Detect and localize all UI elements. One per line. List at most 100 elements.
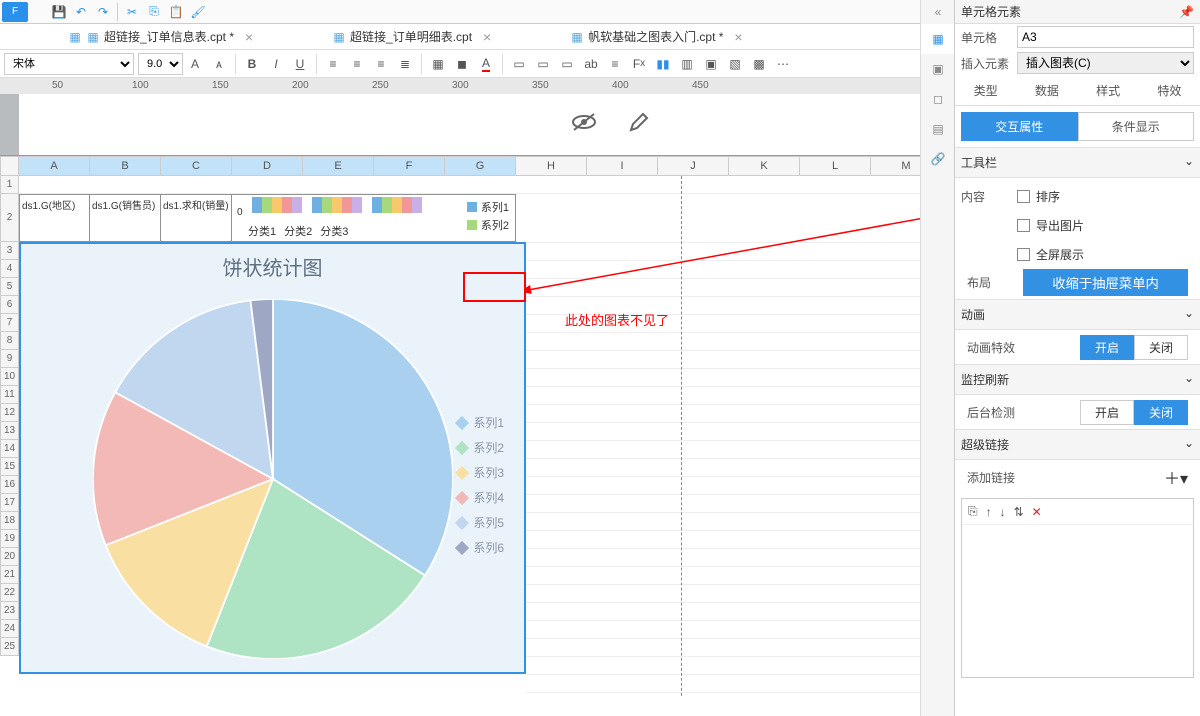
dock-link-icon[interactable]: 🔗 bbox=[921, 144, 955, 174]
col-header[interactable]: K bbox=[729, 156, 800, 176]
app-logo[interactable]: F bbox=[2, 2, 28, 22]
file-tab-2[interactable]: ▦ 超链接_订单明细表.cpt × bbox=[324, 25, 502, 48]
checkbox-sort[interactable] bbox=[1017, 190, 1030, 203]
row-header[interactable]: 2 bbox=[0, 194, 19, 242]
chart-thumbnail-cell[interactable]: 0 分类1 分类2 分类3 系列1 系列2 bbox=[232, 194, 516, 242]
move-down-icon[interactable]: ↓ bbox=[1000, 505, 1006, 519]
more-icon[interactable]: ⋯ bbox=[771, 52, 795, 76]
add-link-button[interactable]: ＋▾ bbox=[1164, 465, 1188, 489]
tab-data[interactable]: 数据 bbox=[1016, 76, 1077, 105]
align-right-icon[interactable]: ≡ bbox=[369, 52, 393, 76]
redo-button[interactable]: ↷ bbox=[92, 1, 114, 23]
align-left-icon[interactable]: ≡ bbox=[321, 52, 345, 76]
subtab-condition[interactable]: 条件显示 bbox=[1078, 112, 1195, 141]
paste-button[interactable]: 📋 bbox=[165, 1, 187, 23]
row-header[interactable]: 25 bbox=[0, 638, 19, 656]
merge-left-icon[interactable]: ▭ bbox=[507, 52, 531, 76]
chart-alt-icon[interactable]: ▥ bbox=[675, 52, 699, 76]
dock-collapse-icon[interactable]: « bbox=[921, 0, 955, 24]
undo-button[interactable]: ↶ bbox=[70, 1, 92, 23]
font-size-down-icon[interactable]: ᴀ bbox=[207, 52, 231, 76]
col-header[interactable]: E bbox=[303, 156, 374, 176]
row-header[interactable]: 4 bbox=[0, 260, 19, 278]
col-header[interactable]: D bbox=[232, 156, 303, 176]
cut-button[interactable]: ✂ bbox=[121, 1, 143, 23]
row-header[interactable]: 17 bbox=[0, 494, 19, 512]
fx-icon[interactable]: Fx bbox=[627, 52, 651, 76]
align-justify-icon[interactable]: ≣ bbox=[393, 52, 417, 76]
row-header[interactable]: 21 bbox=[0, 566, 19, 584]
visibility-icon[interactable] bbox=[570, 112, 598, 138]
font-size-select[interactable]: 9.0 bbox=[138, 53, 183, 75]
font-size-up-icon[interactable]: A bbox=[183, 52, 207, 76]
anim-off-toggle[interactable]: 关闭 bbox=[1134, 335, 1188, 360]
font-color-button[interactable]: A bbox=[474, 52, 498, 76]
col-header[interactable]: L bbox=[800, 156, 871, 176]
col-header[interactable]: F bbox=[374, 156, 445, 176]
brush-button[interactable]: 🖌 bbox=[187, 1, 209, 23]
insert-element-select[interactable]: 插入图表(C) bbox=[1017, 52, 1194, 74]
save-button[interactable]: 💾 bbox=[48, 1, 70, 23]
dock-condition-icon[interactable]: ▤ bbox=[921, 114, 955, 144]
move-up-icon[interactable]: ↑ bbox=[986, 505, 992, 519]
float-icon[interactable]: ▧ bbox=[723, 52, 747, 76]
delete-icon[interactable]: ✕ bbox=[1032, 505, 1042, 519]
col-header[interactable]: H bbox=[516, 156, 587, 176]
layout-drawer-button[interactable]: 收缩于抽屉菜单内 bbox=[1023, 269, 1188, 296]
file-tab-3[interactable]: ▦ 帆软基础之图表入门.cpt * × bbox=[562, 25, 753, 48]
col-header[interactable]: C bbox=[161, 156, 232, 176]
row-header[interactable]: 3 bbox=[0, 242, 19, 260]
image-icon[interactable]: ▣ bbox=[699, 52, 723, 76]
anim-on-toggle[interactable]: 开启 bbox=[1080, 335, 1134, 360]
component-icon[interactable]: ▩ bbox=[747, 52, 771, 76]
copy-button[interactable]: ⎘ bbox=[143, 1, 165, 23]
col-header[interactable]: B bbox=[90, 156, 161, 176]
col-header[interactable]: J bbox=[658, 156, 729, 176]
row-header[interactable]: 19 bbox=[0, 530, 19, 548]
row-header[interactable]: 18 bbox=[0, 512, 19, 530]
col-header[interactable]: I bbox=[587, 156, 658, 176]
merge-right-icon[interactable]: ▭ bbox=[555, 52, 579, 76]
formula-cell[interactable]: ds1.G(销售员) bbox=[90, 194, 161, 242]
row-header[interactable]: 20 bbox=[0, 548, 19, 566]
align-center-icon[interactable]: ≡ bbox=[345, 52, 369, 76]
row-header[interactable]: 8 bbox=[0, 332, 19, 350]
dock-widget-icon[interactable]: ▣ bbox=[921, 54, 955, 84]
font-family-select[interactable]: 宋体 bbox=[4, 53, 134, 75]
chart-bar-icon[interactable]: ▮▮ bbox=[651, 52, 675, 76]
close-icon[interactable]: × bbox=[731, 30, 745, 44]
tab-style[interactable]: 样式 bbox=[1078, 76, 1139, 105]
row-header[interactable]: 1 bbox=[0, 176, 19, 194]
row-header[interactable]: 13 bbox=[0, 422, 19, 440]
backend-off-toggle[interactable]: 关闭 bbox=[1134, 400, 1188, 425]
file-tab-1[interactable]: ▦ ▦ 超链接_订单信息表.cpt * × bbox=[60, 25, 264, 48]
row-header[interactable]: 24 bbox=[0, 620, 19, 638]
overline-icon[interactable]: ≡ bbox=[603, 52, 627, 76]
dock-grid-icon[interactable]: ▦ bbox=[921, 24, 955, 54]
fill-color-button[interactable]: ◼ bbox=[450, 52, 474, 76]
border-button[interactable]: ▦ bbox=[426, 52, 450, 76]
edit-icon[interactable] bbox=[628, 111, 650, 139]
copy-icon[interactable]: ⎘ bbox=[968, 504, 978, 519]
formula-cell[interactable]: ds1.求和(销量) bbox=[161, 194, 232, 242]
chevron-down-icon[interactable]: ⌄ bbox=[1184, 154, 1194, 171]
cell-ref-input[interactable] bbox=[1017, 26, 1194, 48]
row-header[interactable]: 6 bbox=[0, 296, 19, 314]
row-header[interactable]: 9 bbox=[0, 350, 19, 368]
row-header[interactable]: 10 bbox=[0, 368, 19, 386]
checkbox-fullscreen[interactable] bbox=[1017, 248, 1030, 261]
row-header[interactable]: 15 bbox=[0, 458, 19, 476]
chevron-down-icon[interactable]: ⌄ bbox=[1184, 436, 1194, 453]
underline-button[interactable]: U bbox=[288, 52, 312, 76]
dock-expand-icon[interactable]: ◻ bbox=[921, 84, 955, 114]
row-header[interactable]: 16 bbox=[0, 476, 19, 494]
sort-icon[interactable]: ⇅ bbox=[1014, 505, 1024, 519]
row-header[interactable]: 14 bbox=[0, 440, 19, 458]
row-header[interactable]: 7 bbox=[0, 314, 19, 332]
row-header[interactable]: 22 bbox=[0, 584, 19, 602]
row-header[interactable]: 11 bbox=[0, 386, 19, 404]
tab-effect[interactable]: 特效 bbox=[1139, 76, 1200, 105]
chevron-down-icon[interactable]: ⌄ bbox=[1184, 306, 1194, 323]
chevron-down-icon[interactable]: ⌄ bbox=[1184, 371, 1194, 388]
col-header[interactable]: G bbox=[445, 156, 516, 176]
